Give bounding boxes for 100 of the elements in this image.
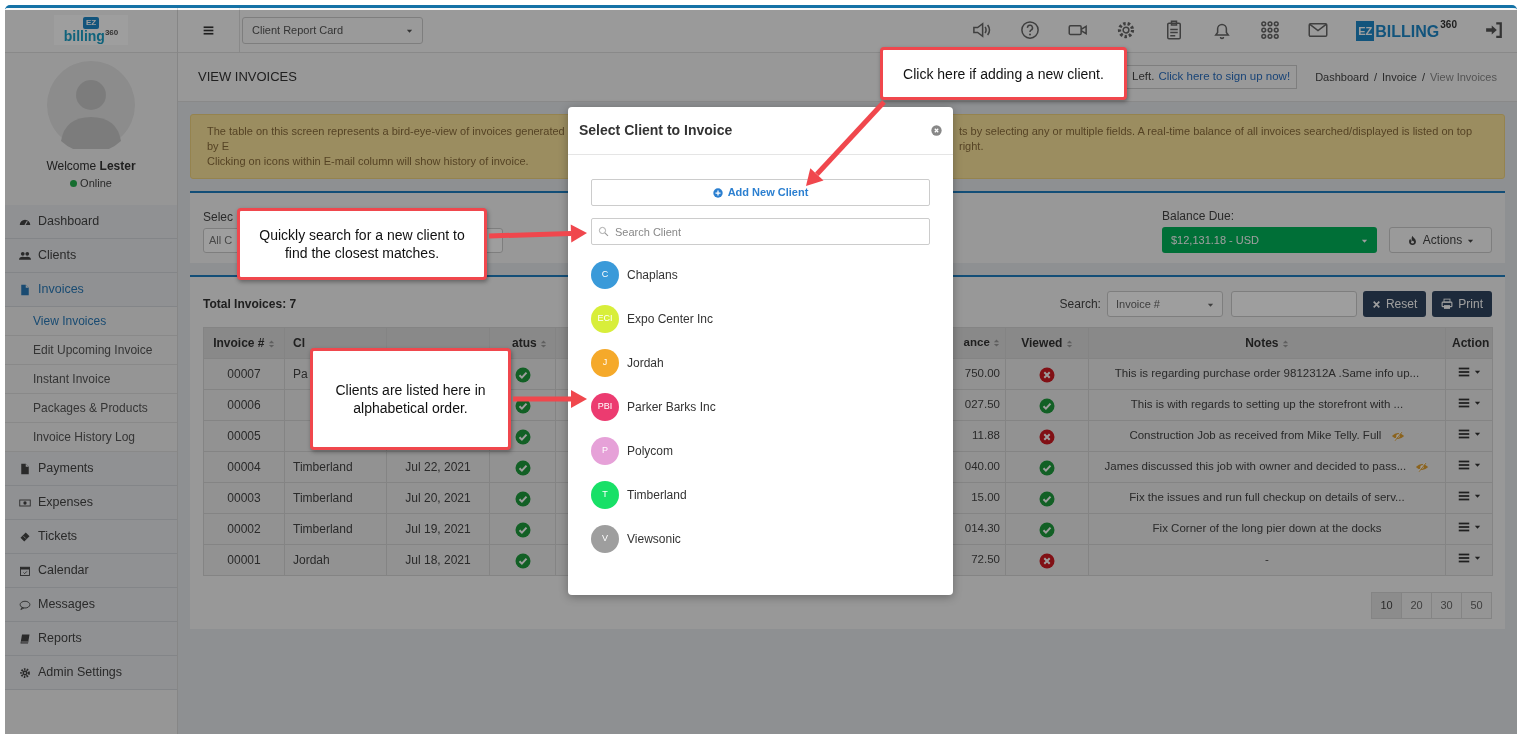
search-label: Search: xyxy=(1059,296,1101,313)
logo-badge: EZ xyxy=(82,17,100,29)
client-name[interactable]: Timberland xyxy=(627,486,687,504)
table-cell: Fix Corner of the long pier down at the docks xyxy=(1152,522,1382,535)
sign-in-icon[interactable] xyxy=(1485,21,1503,39)
help-icon[interactable] xyxy=(1020,20,1041,40)
table-cell: - xyxy=(1265,553,1269,566)
table-cell: Jul 19, 2021 xyxy=(386,513,490,545)
client-avatar: ECI xyxy=(591,305,619,333)
settings-icon[interactable] xyxy=(1116,20,1137,40)
client-search-field[interactable]: Search Client xyxy=(591,218,930,245)
add-client-button[interactable]: Add New Client xyxy=(591,179,930,206)
client-name[interactable]: Expo Center Inc xyxy=(627,310,714,328)
column-header[interactable]: Notes xyxy=(1088,327,1446,359)
balance-select[interactable]: $12,131.18 - USD xyxy=(1162,227,1377,253)
signup-link[interactable]: Click here to sign up now! xyxy=(1158,68,1291,86)
reset-button[interactable]: Reset xyxy=(1362,291,1427,317)
table-cell: James discussed this job with owner and decided to pass... xyxy=(1104,460,1407,473)
report-select[interactable]: Client Report Card xyxy=(242,16,423,44)
table-cell: 00007 xyxy=(203,358,285,390)
print-button[interactable]: Print xyxy=(1432,291,1492,317)
banner-text: The table on this screen represents a bird-eye-view of invoices generated by E xyxy=(207,124,565,154)
table-cell: Jul 18, 2021 xyxy=(386,544,490,576)
sidebar-item[interactable]: Tickets xyxy=(5,520,177,554)
client-avatar: J xyxy=(591,349,619,377)
search-field-select[interactable]: Invoice # xyxy=(1106,291,1223,317)
file-icon xyxy=(19,462,31,475)
table-cell: Jul 20, 2021 xyxy=(386,482,490,514)
page-size-button[interactable]: 50 xyxy=(1461,592,1492,619)
sidebar-item[interactable]: Clients xyxy=(5,239,177,273)
menu-icon xyxy=(202,23,215,37)
client-avatar: P xyxy=(591,437,619,465)
book-icon xyxy=(19,632,31,645)
sidebar-item[interactable]: Invoices xyxy=(5,273,177,307)
plus-icon xyxy=(712,187,723,198)
column-header: Action xyxy=(1445,327,1493,359)
sidebar-item[interactable]: Reports xyxy=(5,622,177,656)
breadcrumb-separator: / xyxy=(1373,69,1377,85)
speaker-icon[interactable] xyxy=(972,20,993,40)
page-title: VIEW INVOICES xyxy=(198,68,297,87)
client-name[interactable]: Chaplans xyxy=(627,266,678,284)
caret-icon xyxy=(1474,430,1481,437)
client-name[interactable]: Viewsonic xyxy=(627,530,681,548)
client-name[interactable]: Parker Barks Inc xyxy=(627,398,716,416)
grid-icon[interactable] xyxy=(1260,20,1281,40)
search-input[interactable] xyxy=(1230,291,1357,317)
invoice-count: Total Invoices: 7 xyxy=(203,296,297,313)
brand-badge: EZ xyxy=(1356,20,1375,41)
client-avatar: V xyxy=(591,525,619,553)
gear-icon xyxy=(19,666,31,679)
breadcrumb-item[interactable]: Dashboard xyxy=(1315,68,1369,86)
status-text: Online xyxy=(80,176,112,191)
table-cell: This is with regards to setting up the storefront with ... xyxy=(1130,398,1404,411)
column-header[interactable]: Viewed xyxy=(1005,327,1089,359)
file-icon xyxy=(19,283,31,296)
table-cell: Jul 22, 2021 xyxy=(386,451,490,483)
users-icon xyxy=(19,249,31,262)
welcome-text: Welcome Lester xyxy=(46,158,136,175)
search-icon xyxy=(598,226,609,237)
sidebar-item[interactable]: Expenses xyxy=(5,486,177,520)
sidebar-item[interactable]: Payments xyxy=(5,452,177,486)
actions-button[interactable]: Actions xyxy=(1389,227,1492,253)
client-avatar: C xyxy=(591,261,619,289)
caret-icon xyxy=(1474,461,1481,468)
callout: Click here if adding a new client. xyxy=(880,47,1127,100)
table-cell: Jordah xyxy=(284,544,387,576)
breadcrumb-separator: / xyxy=(1421,69,1425,85)
sidebar-item[interactable]: Calendar xyxy=(5,554,177,588)
breadcrumb-item[interactable]: Invoice xyxy=(1382,68,1417,86)
printer-icon xyxy=(1441,298,1454,310)
table-cell: Timberland xyxy=(284,513,387,545)
page-size-button[interactable]: 30 xyxy=(1431,592,1462,619)
logo-superscript: 360 xyxy=(104,29,119,37)
calendar-icon xyxy=(19,564,31,577)
caret-icon xyxy=(1474,554,1481,561)
table-cell: Timberland xyxy=(284,451,387,483)
callout: Quickly search for a new client to find the closest matches. xyxy=(237,208,487,280)
speech-bubble-icon xyxy=(19,598,31,611)
client-name[interactable]: Polycom xyxy=(627,442,673,460)
ticket-icon xyxy=(19,530,31,543)
banner-text: ts by selecting any or multiple fields. A real-time balance of all invoices searched/displayed is listed on top right. xyxy=(959,124,1473,154)
logo-text: billing xyxy=(63,29,105,43)
money-icon xyxy=(19,496,31,509)
table-cell: Fix the issues and run full checkup on details of serv... xyxy=(1129,491,1405,504)
sidebar-item[interactable]: Dashboard xyxy=(5,205,177,239)
table-cell: This is regarding purchase order 9812312A .Same info up... xyxy=(1114,367,1420,380)
envelope-icon[interactable] xyxy=(1308,20,1329,40)
table-cell: Construction Job as received from Mike Telly. Full xyxy=(1129,429,1382,442)
close-icon[interactable] xyxy=(931,125,942,136)
sidebar-item[interactable]: Messages xyxy=(5,588,177,622)
table-cell: 00004 xyxy=(203,451,285,483)
sidebar-item[interactable]: Admin Settings xyxy=(5,656,177,690)
page-size-button[interactable]: 10 xyxy=(1371,592,1402,619)
column-header[interactable]: Invoice # xyxy=(203,327,285,359)
caret-icon xyxy=(1474,492,1481,499)
table-cell: 00005 xyxy=(203,420,285,452)
brand-name: BILLING xyxy=(1375,21,1440,42)
client-name[interactable]: Jordah xyxy=(627,354,664,372)
page-size-button[interactable]: 20 xyxy=(1401,592,1432,619)
caret-icon xyxy=(1474,523,1481,530)
